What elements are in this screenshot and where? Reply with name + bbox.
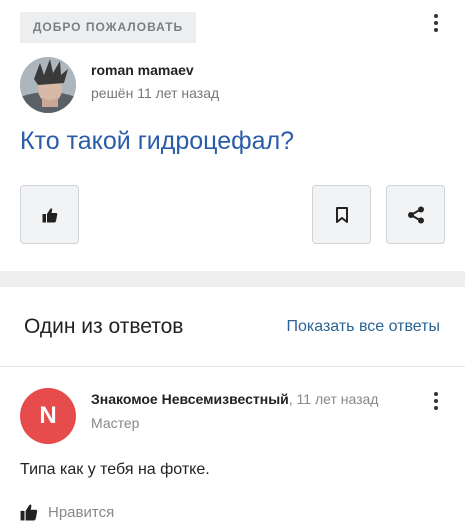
bookmark-icon (335, 206, 348, 223)
answer-author-line: Знакомое Невсемизвестный, 11 лет назад (91, 391, 378, 407)
bookmark-button[interactable] (312, 185, 371, 244)
divider (0, 366, 465, 367)
answer-like-button[interactable]: Нравится (20, 503, 114, 521)
author-name[interactable]: roman mamaev (91, 62, 194, 78)
answer-time: , 11 лет назад (288, 391, 379, 407)
question-card: ДОБРО ПОЖАЛОВАТЬ roman mamaev решён 11 л… (0, 0, 465, 271)
question-title: Кто такой гидроцефал? (20, 127, 295, 155)
thumbs-up-icon (20, 504, 38, 521)
question-meta: решён 11 лет назад (91, 85, 220, 101)
share-icon (407, 206, 424, 223)
share-button[interactable] (386, 185, 445, 244)
answer-avatar[interactable]: N (20, 388, 76, 444)
answer-author-name[interactable]: Знакомое Невсемизвестный (91, 391, 289, 407)
like-label: Нравится (48, 503, 115, 521)
more-options-icon[interactable] (426, 11, 446, 35)
like-button[interactable] (20, 185, 79, 244)
user-photo (20, 57, 76, 113)
avatar[interactable] (20, 57, 76, 113)
answer-more-options-icon[interactable] (426, 389, 446, 413)
show-all-answers-link[interactable]: Показать все ответы (286, 318, 440, 336)
thumbs-up-icon (42, 207, 57, 222)
welcome-badge: ДОБРО ПОЖАЛОВАТЬ (20, 12, 196, 43)
answers-header: Один из ответов (24, 315, 184, 338)
answer-text: Типа как у тебя на фотке. (20, 461, 210, 478)
answer-rank: Мастер (91, 415, 140, 431)
